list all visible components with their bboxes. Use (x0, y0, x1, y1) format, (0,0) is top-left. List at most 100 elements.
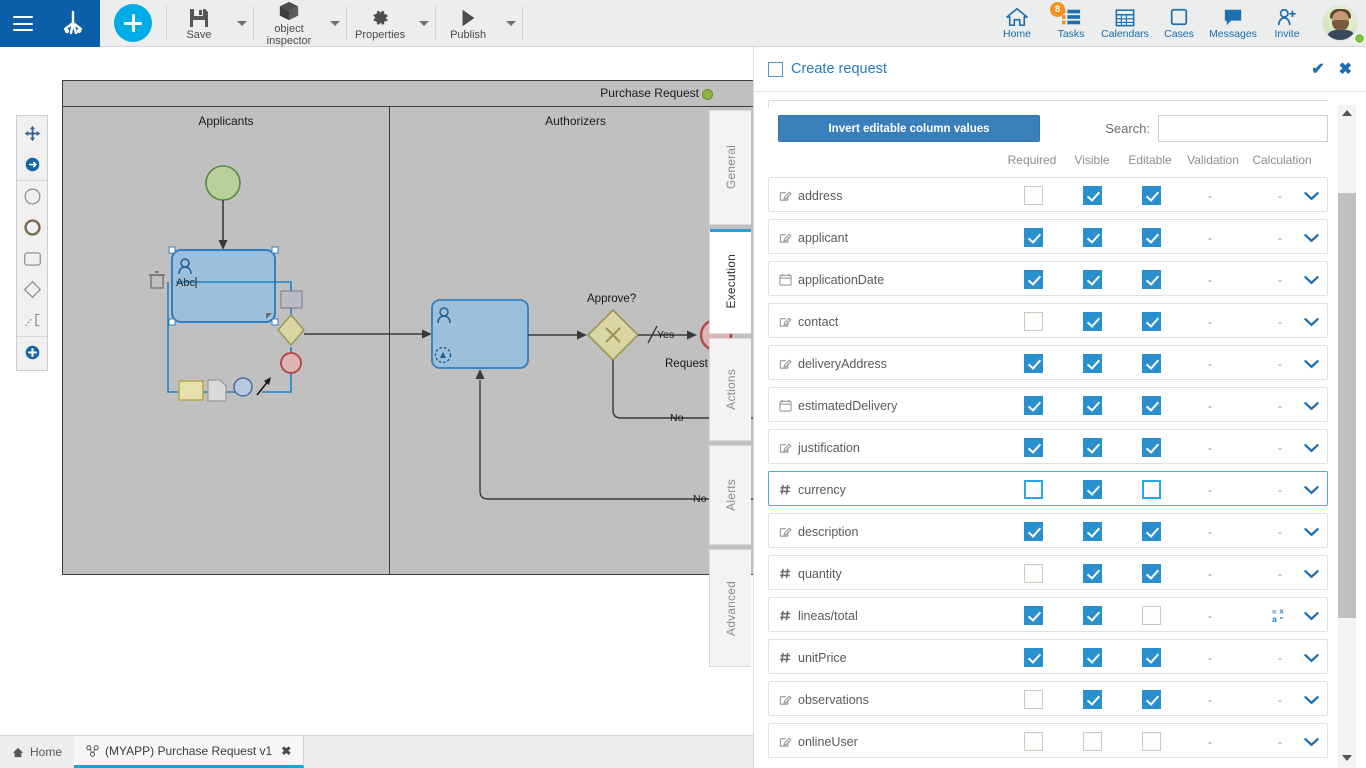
validation-cell[interactable]: - (1198, 262, 1222, 297)
row-expand-button[interactable] (1304, 430, 1319, 465)
properties-button[interactable]: Properties (347, 0, 413, 47)
editable-checkbox[interactable] (1141, 186, 1161, 205)
calculation-cell[interactable]: - (1268, 556, 1292, 591)
validation-cell[interactable]: - (1198, 388, 1222, 423)
validation-cell[interactable]: - (1198, 724, 1222, 759)
visible-checkbox[interactable] (1082, 438, 1102, 457)
validation-cell[interactable]: - (1198, 598, 1222, 633)
table-row[interactable]: applicationDate - - (768, 261, 1328, 296)
scroll-up-button[interactable] (1338, 105, 1356, 121)
table-row[interactable]: currency - - (768, 471, 1328, 506)
tab-advanced[interactable]: Advanced (709, 549, 751, 667)
required-checkbox[interactable] (1023, 354, 1043, 373)
scroll-down-button[interactable] (1338, 750, 1356, 766)
calculation-cell[interactable]: - (1268, 178, 1292, 213)
tab-general[interactable]: General (709, 110, 751, 225)
save-button[interactable]: Save (167, 0, 231, 47)
editable-checkbox[interactable] (1141, 648, 1161, 667)
row-expand-button[interactable] (1304, 640, 1319, 675)
properties-dropdown-caret[interactable] (413, 0, 435, 47)
row-expand-button[interactable] (1304, 556, 1319, 591)
visible-checkbox[interactable] (1082, 228, 1102, 247)
gateway-icon[interactable] (17, 274, 47, 305)
visible-checkbox[interactable] (1082, 522, 1102, 541)
calculation-cell[interactable]: - (1268, 724, 1292, 759)
row-expand-button[interactable] (1304, 682, 1319, 717)
required-checkbox[interactable] (1023, 690, 1043, 709)
calculation-cell[interactable]: - (1268, 346, 1292, 381)
table-row[interactable]: onlineUser - - (768, 723, 1328, 758)
visible-checkbox[interactable] (1082, 186, 1102, 205)
table-row[interactable]: justification - - (768, 429, 1328, 464)
object-inspector-button[interactable]: object inspector (254, 0, 324, 47)
calculation-cell[interactable]: = x a " (1268, 598, 1292, 633)
visible-checkbox[interactable] (1082, 606, 1102, 625)
row-expand-button[interactable] (1304, 304, 1319, 339)
row-expand-button[interactable] (1304, 178, 1319, 213)
validation-cell[interactable]: - (1198, 472, 1222, 507)
required-checkbox[interactable] (1023, 732, 1043, 751)
row-expand-button[interactable] (1304, 514, 1319, 549)
required-checkbox[interactable] (1023, 312, 1043, 331)
nav-calendars[interactable]: Calendars (1098, 0, 1152, 47)
table-row[interactable]: unitPrice - - (768, 639, 1328, 674)
avatar[interactable] (1322, 5, 1358, 41)
object-inspector-dropdown-caret[interactable] (324, 0, 346, 47)
visible-checkbox[interactable] (1082, 648, 1102, 667)
required-checkbox[interactable] (1023, 564, 1043, 583)
close-icon[interactable]: ✖ (281, 744, 291, 758)
visible-checkbox[interactable] (1082, 732, 1102, 751)
bpmn-pool[interactable]: Purchase Request Applicants Authorizers (62, 80, 753, 575)
row-expand-button[interactable] (1304, 472, 1319, 507)
lane-authorizers[interactable]: Authorizers (390, 107, 753, 575)
validation-cell[interactable]: - (1198, 556, 1222, 591)
required-checkbox[interactable] (1023, 438, 1043, 457)
validation-cell[interactable]: - (1198, 346, 1222, 381)
element-palette[interactable] (16, 115, 48, 371)
editable-checkbox[interactable] (1141, 438, 1161, 457)
calculation-cell[interactable]: - (1268, 640, 1292, 675)
lane-applicants[interactable]: Applicants (63, 107, 390, 575)
table-row[interactable]: observations - - (768, 681, 1328, 716)
calculation-cell[interactable]: - (1268, 220, 1292, 255)
panel-select-checkbox[interactable] (768, 61, 783, 77)
tab-actions[interactable]: Actions (709, 338, 751, 441)
table-row[interactable]: address - - (768, 177, 1328, 212)
add-new-button[interactable] (114, 4, 152, 42)
check-icon[interactable]: ✔ (1311, 59, 1324, 79)
diagram-canvas[interactable]: Purchase Request Applicants Authorizers (0, 47, 753, 737)
required-checkbox[interactable] (1023, 396, 1043, 415)
required-checkbox[interactable] (1023, 186, 1043, 205)
table-row[interactable]: estimatedDelivery - - (768, 387, 1328, 422)
start-event-icon[interactable] (17, 181, 47, 212)
editable-checkbox[interactable] (1141, 732, 1161, 751)
table-row[interactable]: contact - - (768, 303, 1328, 338)
table-row[interactable]: description - - (768, 513, 1328, 548)
subprocess-icon[interactable] (17, 305, 47, 336)
scrollbar-thumb[interactable] (1338, 193, 1356, 618)
save-dropdown-caret[interactable] (231, 0, 253, 47)
publish-button[interactable]: Publish (436, 0, 500, 47)
editable-checkbox[interactable] (1141, 270, 1161, 289)
row-expand-button[interactable] (1304, 346, 1319, 381)
avatar-area[interactable] (1314, 0, 1366, 46)
editable-checkbox[interactable] (1141, 354, 1161, 373)
invert-editable-column-button[interactable]: Invert editable column values (778, 115, 1040, 142)
calculation-cell[interactable]: - (1268, 430, 1292, 465)
tab-execution[interactable]: Execution (709, 229, 751, 334)
editable-checkbox[interactable] (1141, 564, 1161, 583)
required-checkbox[interactable] (1023, 480, 1043, 499)
nav-home[interactable]: Home (990, 0, 1044, 47)
calculation-cell[interactable]: - (1268, 514, 1292, 549)
publish-dropdown-caret[interactable] (500, 0, 522, 47)
tab-alerts[interactable]: Alerts (709, 445, 751, 545)
lasso-tool-icon[interactable] (17, 149, 47, 180)
row-expand-button[interactable] (1304, 388, 1319, 423)
editable-checkbox[interactable] (1141, 228, 1161, 247)
table-row[interactable]: quantity - - (768, 555, 1328, 590)
table-row[interactable]: lineas/total - = x a " (768, 597, 1328, 632)
visible-checkbox[interactable] (1082, 480, 1102, 499)
visible-checkbox[interactable] (1082, 564, 1102, 583)
editable-checkbox[interactable] (1141, 522, 1161, 541)
bottom-tab-home[interactable]: Home (0, 736, 75, 768)
